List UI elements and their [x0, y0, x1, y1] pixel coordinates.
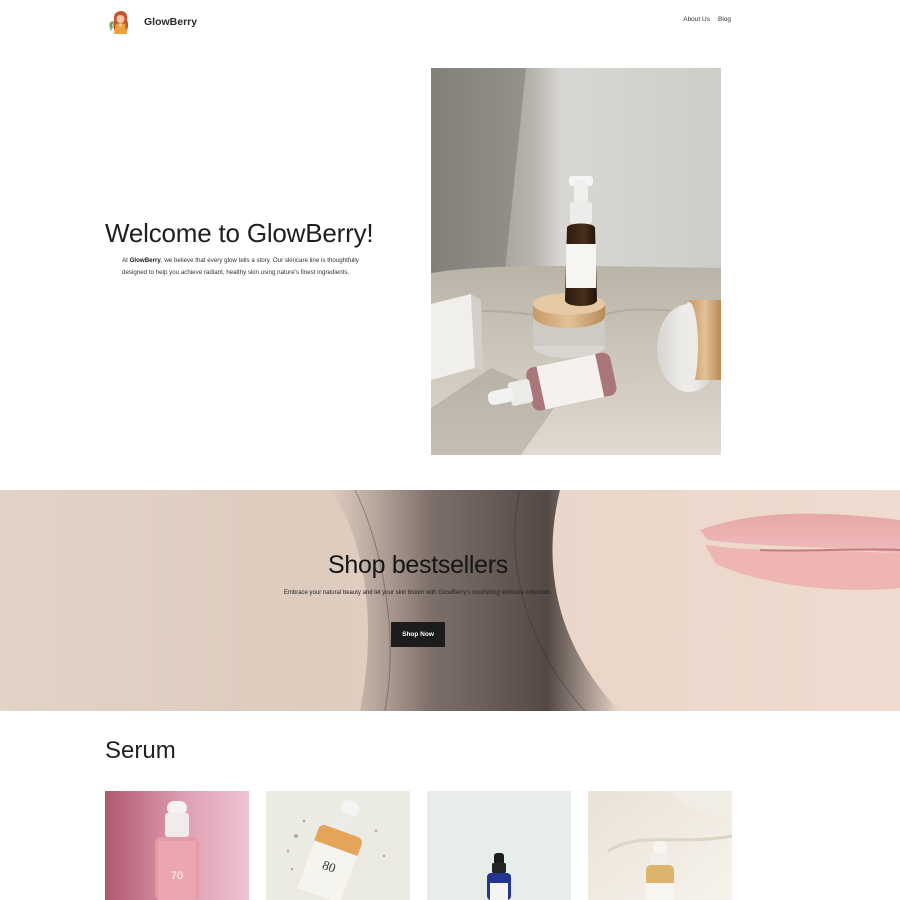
- serum-section-title: Serum: [105, 737, 176, 764]
- hero-title: Welcome to GlowBerry!: [105, 218, 374, 248]
- serum-product-card-4[interactable]: [588, 791, 732, 900]
- brand-logo-icon: [109, 11, 129, 34]
- banner-title: Shop bestsellers: [327, 551, 509, 579]
- nav-link-about-us[interactable]: About Us: [683, 16, 710, 23]
- hero-intro: At GlowBerry, we believe that every glow…: [122, 255, 380, 278]
- site-header: GlowBerry About Us Blog: [0, 0, 900, 44]
- hero-intro-brand: GlowBerry: [129, 257, 161, 264]
- nav-link-blog[interactable]: Blog: [718, 16, 731, 23]
- serum-product-card-1[interactable]: 70: [105, 791, 249, 900]
- serum-product-image-4: [588, 791, 732, 900]
- main-nav: About Us Blog: [683, 16, 731, 23]
- banner-photo: [0, 490, 900, 711]
- serum-product-label-1: 70: [171, 870, 183, 882]
- serum-product-image-1: 70: [105, 791, 249, 900]
- serum-product-card-3[interactable]: [427, 791, 571, 900]
- banner-text: Embrace your natural beauty and let your…: [283, 590, 553, 596]
- shop-now-button[interactable]: Shop Now: [391, 622, 445, 647]
- serum-product-card-2[interactable]: 80: [266, 791, 410, 900]
- serum-product-grid: 70 80: [105, 791, 732, 900]
- hero-product-photo: [431, 68, 721, 455]
- bestsellers-banner: Shop bestsellers Embrace your natural be…: [0, 490, 900, 711]
- serum-product-image-3: [427, 791, 571, 900]
- brand-logo-link[interactable]: GlowBerry: [106, 8, 197, 36]
- hero-intro-prefix: At: [122, 257, 130, 264]
- brand-name: GlowBerry: [144, 16, 198, 28]
- serum-product-image-2: 80: [266, 791, 410, 900]
